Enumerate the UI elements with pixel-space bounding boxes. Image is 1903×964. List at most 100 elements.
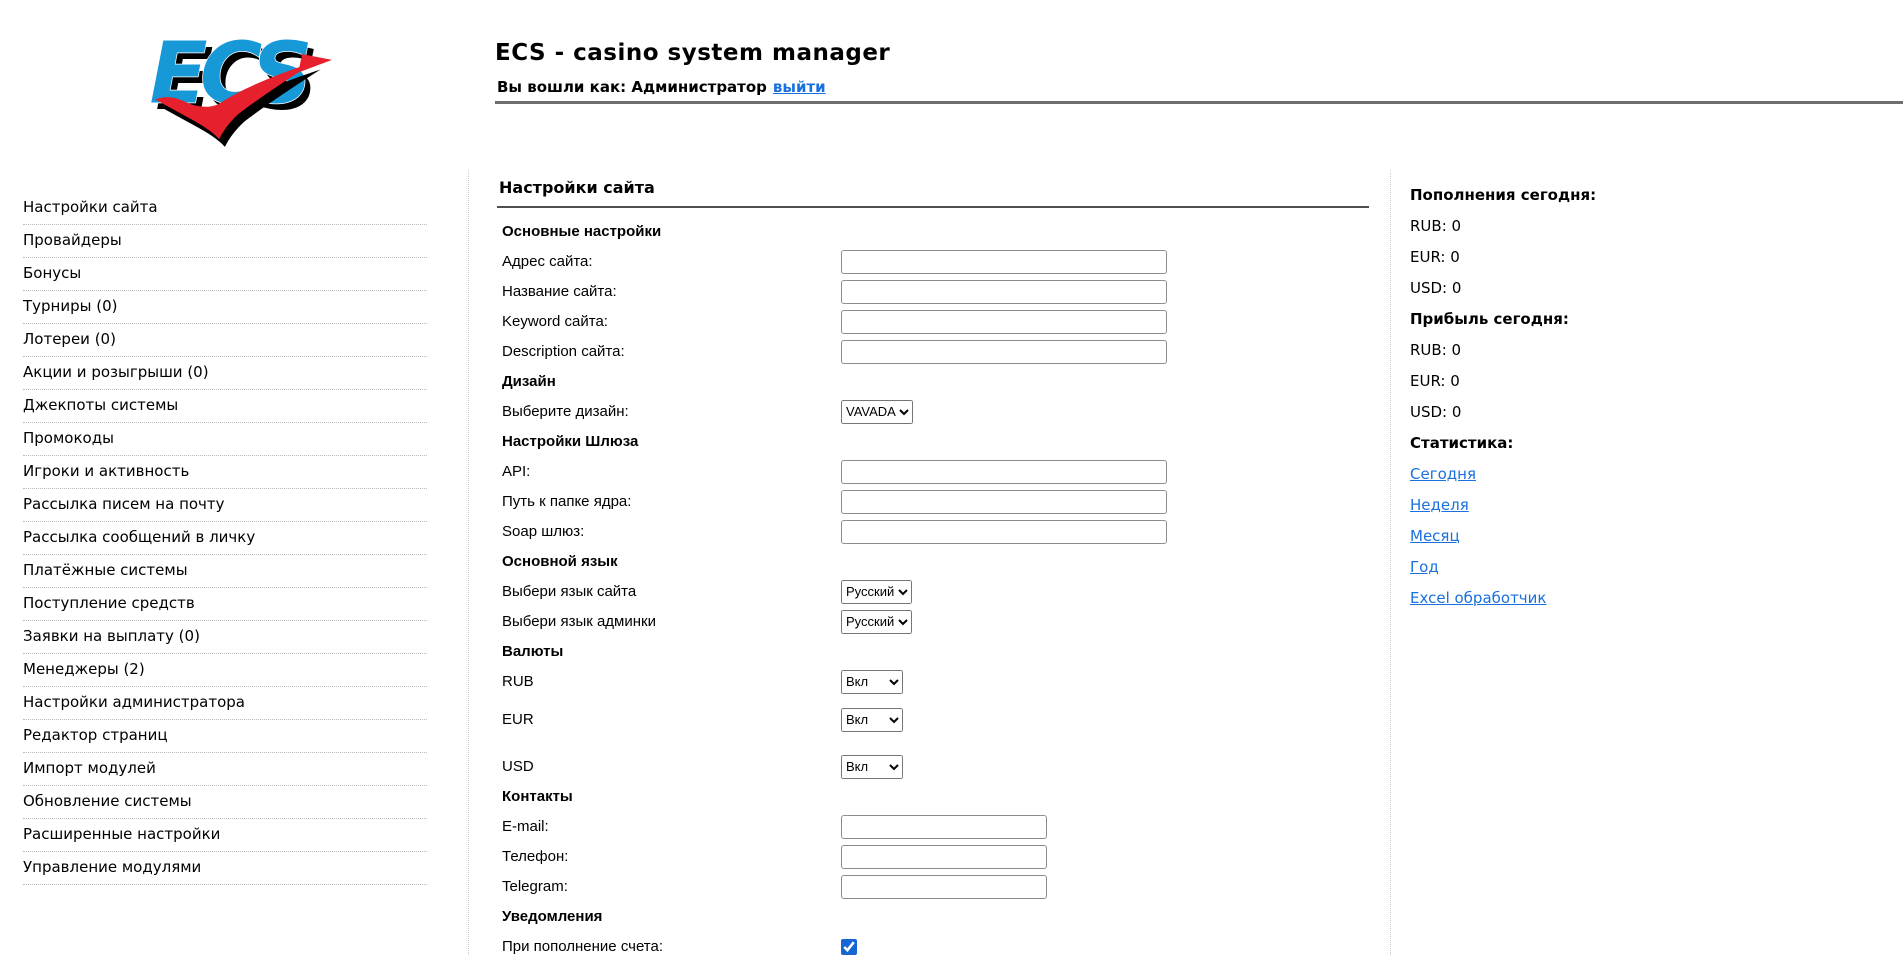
form-section-header: Уведомления [502, 908, 603, 925]
currency-rub-select[interactable]: Вкл [841, 669, 903, 694]
form-section-header: Валюты [502, 643, 564, 660]
telegram-input[interactable] [841, 874, 1047, 899]
field-label: API: [502, 463, 531, 480]
field-label: Telegram: [502, 878, 568, 895]
ecs-logo: ECS ECS [136, 16, 334, 154]
stat-link-row: Сегодня [1410, 463, 1670, 485]
logo-arrow-tip [298, 54, 333, 73]
stat-value: EUR: 0 [1410, 372, 1460, 390]
field-label: Телефон: [502, 848, 569, 865]
site-language-select[interactable]: Русский [841, 579, 912, 604]
form-row: EUR Вкл [497, 707, 1369, 732]
main-panel-title: Настройки сайта [499, 178, 655, 197]
sidebar-nav: Настройки сайта Провайдеры Бонусы Турниры (… [23, 192, 427, 885]
form-row: Description сайта: [497, 339, 1369, 364]
site-description-input[interactable] [841, 339, 1167, 364]
phone-input[interactable] [841, 844, 1047, 869]
main-panel-divider [497, 206, 1369, 208]
currency-usd-select[interactable]: Вкл [841, 754, 903, 779]
sidebar-item[interactable]: Настройки сайта [23, 192, 427, 225]
sidebar-item[interactable]: Заявки на выплату (0) [23, 621, 427, 654]
login-status: Вы вошли как: Администратор выйти [497, 78, 826, 96]
stats-year-link[interactable]: Год [1410, 558, 1439, 576]
site-settings-form: Основные настройки Адрес сайта: Название с… [497, 219, 1369, 959]
form-row: Телефон: [497, 844, 1369, 869]
form-row: При пополнение счета: [497, 934, 1369, 959]
stats-today-link[interactable]: Сегодня [1410, 465, 1476, 483]
form-section-header: Контакты [502, 788, 573, 805]
stat-value: RUB: 0 [1410, 341, 1462, 359]
site-name-input[interactable] [841, 279, 1167, 304]
form-section-header: Настройки Шлюза [502, 433, 639, 450]
stats-month-link[interactable]: Месяц [1410, 527, 1460, 545]
form-row: RUB Вкл [497, 669, 1369, 694]
sidebar-item[interactable]: Обновление системы [23, 786, 427, 819]
stat-header: Пополнения сегодня: [1410, 186, 1597, 204]
api-input[interactable] [841, 459, 1167, 484]
form-row: Выбери язык сайта Русский [497, 579, 1369, 604]
site-keyword-input[interactable] [841, 309, 1167, 334]
form-row: Название сайта: [497, 279, 1369, 304]
sidebar-item[interactable]: Управление модулями [23, 852, 427, 885]
sidebar-item[interactable]: Игроки и активность [23, 456, 427, 489]
form-section-header: Дизайн [502, 373, 556, 390]
sidebar-item[interactable]: Турниры (0) [23, 291, 427, 324]
sidebar-item[interactable]: Рассылка писем на почту [23, 489, 427, 522]
form-row: Выберите дизайн: VAVADA [497, 399, 1369, 424]
sidebar-item[interactable]: Менеджеры (2) [23, 654, 427, 687]
stats-week-link[interactable]: Неделя [1410, 496, 1469, 514]
sidebar-item[interactable]: Джекпоты системы [23, 390, 427, 423]
field-label: USD [502, 758, 534, 775]
field-label: Адрес сайта: [502, 253, 593, 270]
form-row: Telegram: [497, 874, 1369, 899]
field-label: Выбери язык сайта [502, 583, 637, 600]
field-label: Название сайта: [502, 283, 617, 300]
field-label: E-mail: [502, 818, 549, 835]
field-label: RUB [502, 673, 534, 690]
form-row: E-mail: [497, 814, 1369, 839]
admin-language-select[interactable]: Русский [841, 609, 912, 634]
email-input[interactable] [841, 814, 1047, 839]
stats-excel-link[interactable]: Excel обработчик [1410, 589, 1546, 607]
stat-value: RUB: 0 [1410, 217, 1462, 235]
notify-on-deposit-checkbox[interactable] [841, 938, 857, 955]
sidebar-item[interactable]: Платёжные системы [23, 555, 427, 588]
core-folder-path-input[interactable] [841, 489, 1167, 514]
ecs-logo-image: ECS ECS [149, 24, 333, 147]
field-label: Description сайта: [502, 343, 625, 360]
field-label: Keyword сайта: [502, 313, 608, 330]
form-row: Keyword сайта: [497, 309, 1369, 334]
logout-link[interactable]: выйти [773, 78, 826, 96]
form-section-header: Основной язык [502, 553, 618, 570]
sidebar-item[interactable]: Настройки администратора [23, 687, 427, 720]
header-divider [495, 101, 1903, 104]
sidebar-item[interactable]: Бонусы [23, 258, 427, 291]
login-status-text: Вы вошли как: Администратор [497, 78, 767, 96]
stat-header: Прибыль сегодня: [1410, 310, 1569, 328]
currency-eur-select[interactable]: Вкл [841, 707, 903, 732]
divider-main-stats [1390, 170, 1391, 955]
stat-link-row: Неделя [1410, 494, 1670, 516]
stat-value: EUR: 0 [1410, 248, 1460, 266]
stat-link-row: Excel обработчик [1410, 587, 1670, 609]
field-label: Выбери язык админки [502, 613, 656, 630]
sidebar-item[interactable]: Лотереи (0) [23, 324, 427, 357]
design-select[interactable]: VAVADA [841, 399, 913, 424]
sidebar-item[interactable]: Поступление средств [23, 588, 427, 621]
sidebar-item[interactable]: Расширенные настройки [23, 819, 427, 852]
field-label: Soap шлюз: [502, 523, 585, 540]
sidebar-item[interactable]: Промокоды [23, 423, 427, 456]
field-label: Выберите дизайн: [502, 403, 629, 420]
app-title: ECS - casino system manager [495, 40, 891, 66]
divider-sidebar-main [468, 170, 469, 955]
sidebar-item[interactable]: Провайдеры [23, 225, 427, 258]
field-label: При пополнение счета: [502, 938, 664, 955]
soap-gateway-input[interactable] [841, 519, 1167, 544]
sidebar-item[interactable]: Редактор страниц [23, 720, 427, 753]
main-panel: Настройки сайта Основные настройки Адрес … [497, 178, 1369, 964]
sidebar-item[interactable]: Импорт модулей [23, 753, 427, 786]
form-row: Путь к папке ядра: [497, 489, 1369, 514]
sidebar-item[interactable]: Акции и розыгрыши (0) [23, 357, 427, 390]
sidebar-item[interactable]: Рассылка сообщений в личку [23, 522, 427, 555]
site-address-input[interactable] [841, 249, 1167, 274]
